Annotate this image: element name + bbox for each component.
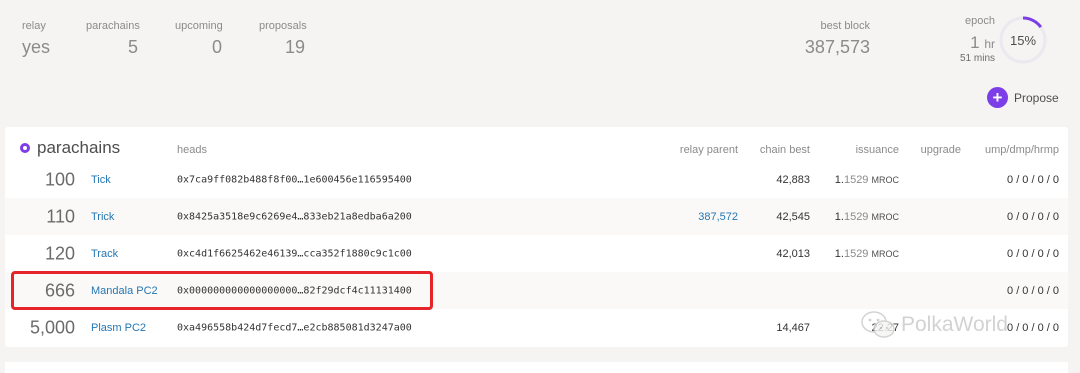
propose-button[interactable]: + Propose <box>987 87 1059 108</box>
stat-upcoming: upcoming 0 <box>175 20 223 58</box>
row-issuance-int: 1. <box>834 210 844 223</box>
propose-label: Propose <box>1014 90 1059 105</box>
row-name-link[interactable]: Tick <box>91 174 111 186</box>
stat-best-block-label: best block <box>820 20 870 32</box>
table-title-text: parachains <box>37 138 121 157</box>
row-ump: 0 / 0 / 0 / 0 <box>1007 247 1059 260</box>
row-name-link[interactable]: Trick <box>91 211 114 223</box>
epoch-hours-unit: hr <box>984 37 995 51</box>
row-id: 110 <box>46 206 75 226</box>
header-issuance: issuance <box>855 144 899 156</box>
row-issuance-unit: MROC <box>871 248 900 259</box>
stat-proposals-label: proposals <box>259 20 307 32</box>
row-head-hash: 0x7ca9ff082b488f8f00…1e600456e116595400 <box>177 174 412 185</box>
stat-parachains-value: 5 <box>127 37 138 57</box>
epoch-percent: 15% <box>1009 32 1037 48</box>
table-row: 110 Trick 0x8425a3518e9c6269e4…833eb21a8… <box>5 198 1068 235</box>
epoch-hours-value: 1 <box>970 33 980 52</box>
row-id: 100 <box>44 169 75 189</box>
row-issuance-int: 1. <box>834 247 844 260</box>
header-heads: heads <box>177 144 207 156</box>
row-issuance: 1.1529 MROC <box>835 211 899 223</box>
row-issuance-unit: MROC <box>871 174 900 185</box>
row-ump: 0 / 0 / 0 / 0 <box>1007 321 1059 334</box>
row-chain-best: 42,013 <box>776 247 810 260</box>
table-title: parachains <box>20 138 120 158</box>
row-chain-best: 42,883 <box>776 173 810 186</box>
row-issuance: 1.1529 MROC <box>835 248 899 260</box>
header-upgrade: upgrade <box>920 144 961 156</box>
epoch-minutes: 51 mins <box>959 53 995 64</box>
table-row: 120 Track 0xc4d1f6625462e46139…cca352f18… <box>5 235 1068 272</box>
row-issuance-frac: 1529 <box>843 247 869 260</box>
stat-best-block-value: 387,573 <box>804 37 870 57</box>
summary-bar: relay yes parachains 5 upcoming 0 propos… <box>0 0 1080 80</box>
row-head-hash: 0x8425a3518e9c6269e4…833eb21a8edba6a200 <box>177 211 412 222</box>
stat-parachains: parachains 5 <box>86 20 140 58</box>
row-ump: 0 / 0 / 0 / 0 <box>1007 284 1059 297</box>
stat-parachains-label: parachains <box>86 20 140 32</box>
row-issuance-frac: 1529 <box>843 210 869 223</box>
row-issuance-frac: 1529 <box>843 173 869 186</box>
row-issuance-unit: MROC <box>871 211 900 222</box>
row-name-link[interactable]: Track <box>91 248 118 260</box>
stat-relay-label: relay <box>22 20 46 32</box>
highlight-box <box>11 271 433 310</box>
watermark: PolkaWorld <box>860 310 1008 340</box>
bottom-card <box>5 362 1068 373</box>
epoch-label: epoch <box>965 15 995 27</box>
row-relay-parent-link[interactable]: 387,572 <box>698 211 738 223</box>
plus-icon: + <box>987 87 1008 108</box>
epoch-hours: 1 hr <box>940 33 995 53</box>
stat-proposals: proposals 19 <box>259 20 307 58</box>
row-ump: 0 / 0 / 0 / 0 <box>1007 210 1059 223</box>
stat-proposals-value: 19 <box>284 37 305 57</box>
header-chain-best: chain best <box>759 144 810 156</box>
stat-upcoming-value: 0 <box>211 37 222 57</box>
row-id: 120 <box>44 243 75 263</box>
parachains-dot-icon <box>20 143 30 153</box>
row-issuance-int: 1. <box>834 173 844 186</box>
stat-relay-value: yes <box>22 37 51 57</box>
row-name-link[interactable]: Plasm PC2 <box>91 322 146 334</box>
stat-relay: relay yes <box>22 20 50 58</box>
table-header: parachains heads relay parent chain best… <box>5 127 1068 165</box>
row-head-hash: 0xa496558b424d7fecd7…e2cb885081d3247a00 <box>177 322 412 333</box>
row-ump: 0 / 0 / 0 / 0 <box>1007 173 1059 186</box>
row-id: 5,000 <box>29 317 75 337</box>
row-chain-best: 14,467 <box>776 321 810 334</box>
header-relay-parent: relay parent <box>679 144 738 156</box>
row-issuance: 1.1529 MROC <box>835 174 899 186</box>
row-head-hash: 0xc4d1f6625462e46139…cca352f1880c9c1c00 <box>177 248 412 259</box>
watermark-text: PolkaWorld <box>901 313 1008 336</box>
epoch-info: epoch 1 hr 51 mins <box>940 15 995 64</box>
stat-best-block: best block 387,573 <box>805 20 870 58</box>
row-chain-best: 42,545 <box>776 210 810 223</box>
table-row: 100 Tick 0x7ca9ff082b488f8f00…1e600456e1… <box>5 161 1068 198</box>
stat-upcoming-label: upcoming <box>175 20 223 32</box>
header-ump-dmp-hrmp: ump/dmp/hrmp <box>985 144 1059 156</box>
wechat-icon <box>861 311 895 338</box>
